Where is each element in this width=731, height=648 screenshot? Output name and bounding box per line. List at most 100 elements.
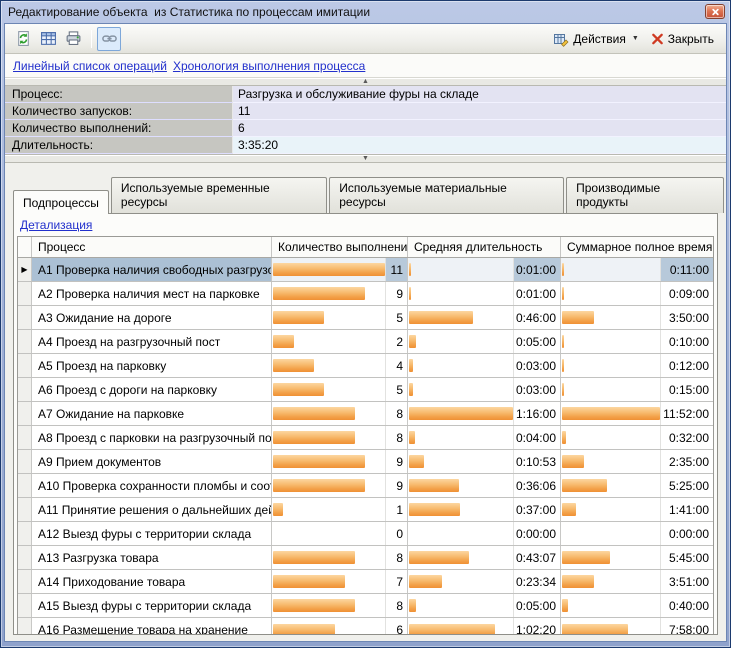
- total-time-cell[interactable]: 0:32:00: [561, 426, 713, 449]
- avg-duration-cell[interactable]: 0:46:00: [408, 306, 561, 329]
- avg-duration-cell[interactable]: 0:43:07: [408, 546, 561, 569]
- avg-duration-cell[interactable]: 0:37:00: [408, 498, 561, 521]
- avg-duration-cell[interactable]: 0:10:53: [408, 450, 561, 473]
- row-selector[interactable]: ▶: [18, 258, 32, 281]
- execution-count-cell[interactable]: 4: [272, 354, 408, 377]
- table-row[interactable]: А2 Проверка наличия мест на парковке90:0…: [18, 282, 713, 306]
- table-row[interactable]: А15 Выезд фуры с территории склада80:05:…: [18, 594, 713, 618]
- actions-button[interactable]: Действия ▼: [547, 28, 645, 50]
- total-time-cell[interactable]: 0:15:00: [561, 378, 713, 401]
- row-selector[interactable]: [18, 498, 32, 521]
- splitter-bottom[interactable]: ▼: [5, 155, 726, 163]
- total-time-cell[interactable]: 0:00:00: [561, 522, 713, 545]
- execution-count-cell[interactable]: 8: [272, 594, 408, 617]
- row-selector[interactable]: [18, 570, 32, 593]
- execution-count-cell[interactable]: 9: [272, 282, 408, 305]
- table-row[interactable]: А3 Ожидание на дороге50:46:003:50:00: [18, 306, 713, 330]
- table-view-button[interactable]: [36, 27, 60, 51]
- table-row[interactable]: А10 Проверка сохранности пломбы и соотв.…: [18, 474, 713, 498]
- execution-count-cell[interactable]: 2: [272, 330, 408, 353]
- header-total-time[interactable]: Суммарное полное время: [561, 237, 713, 257]
- row-selector[interactable]: [18, 354, 32, 377]
- splitter-top[interactable]: ▲: [5, 78, 726, 86]
- execution-count-cell[interactable]: 9: [272, 450, 408, 473]
- execution-count-cell[interactable]: 5: [272, 306, 408, 329]
- tab-material-resources[interactable]: Используемые материальные ресурсы: [329, 177, 564, 213]
- total-time-cell[interactable]: 5:25:00: [561, 474, 713, 497]
- avg-duration-cell[interactable]: 0:36:06: [408, 474, 561, 497]
- print-button[interactable]: [61, 27, 85, 51]
- total-time-cell[interactable]: 0:40:00: [561, 594, 713, 617]
- process-name-cell[interactable]: А3 Ожидание на дороге: [32, 306, 272, 329]
- process-name-cell[interactable]: А10 Проверка сохранности пломбы и соотв.…: [32, 474, 272, 497]
- tab-produced-products[interactable]: Производимые продукты: [566, 177, 724, 213]
- total-time-cell[interactable]: 7:58:00: [561, 618, 713, 635]
- row-selector[interactable]: [18, 282, 32, 305]
- execution-count-cell[interactable]: 9: [272, 474, 408, 497]
- row-selector[interactable]: [18, 378, 32, 401]
- header-process[interactable]: Процесс: [32, 237, 272, 257]
- row-selector[interactable]: [18, 618, 32, 635]
- header-avg-duration[interactable]: Средняя длительность: [408, 237, 561, 257]
- tab-time-resources[interactable]: Используемые временные ресурсы: [111, 177, 327, 213]
- execution-count-cell[interactable]: 0: [272, 522, 408, 545]
- total-time-cell[interactable]: 11:52:00: [561, 402, 713, 425]
- process-name-cell[interactable]: А6 Проезд с дороги на парковку: [32, 378, 272, 401]
- process-name-cell[interactable]: А8 Проезд с парковки на разгрузочный пос…: [32, 426, 272, 449]
- row-selector[interactable]: [18, 450, 32, 473]
- avg-duration-cell[interactable]: 0:03:00: [408, 378, 561, 401]
- process-name-cell[interactable]: А15 Выезд фуры с территории склада: [32, 594, 272, 617]
- process-name-cell[interactable]: А16 Размещение товара на хранение: [32, 618, 272, 635]
- process-name-cell[interactable]: А7 Ожидание на парковке: [32, 402, 272, 425]
- process-field[interactable]: Разгрузка и обслуживание фуры на складе: [233, 86, 726, 103]
- execution-count-cell[interactable]: 5: [272, 378, 408, 401]
- total-time-cell[interactable]: 3:50:00: [561, 306, 713, 329]
- row-selector[interactable]: [18, 426, 32, 449]
- avg-duration-cell[interactable]: 0:01:00: [408, 282, 561, 305]
- launch-count-field[interactable]: 11: [233, 103, 726, 120]
- execution-count-cell[interactable]: 6: [272, 618, 408, 635]
- close-button[interactable]: Закрыть: [645, 29, 720, 49]
- table-row[interactable]: А5 Проезд на парковку40:03:000:12:00: [18, 354, 713, 378]
- row-selector[interactable]: [18, 306, 32, 329]
- process-name-cell[interactable]: А5 Проезд на парковку: [32, 354, 272, 377]
- total-time-cell[interactable]: 3:51:00: [561, 570, 713, 593]
- avg-duration-cell[interactable]: 0:01:00: [408, 258, 561, 281]
- table-row[interactable]: А8 Проезд с парковки на разгрузочный пос…: [18, 426, 713, 450]
- tab-subprocesses[interactable]: Подпроцессы: [13, 190, 109, 214]
- total-time-cell[interactable]: 5:45:00: [561, 546, 713, 569]
- avg-duration-cell[interactable]: 1:16:00: [408, 402, 561, 425]
- total-time-cell[interactable]: 2:35:00: [561, 450, 713, 473]
- table-row[interactable]: А16 Размещение товара на хранение61:02:2…: [18, 618, 713, 635]
- duration-field[interactable]: 3:35:20: [233, 137, 726, 154]
- refresh-report-button[interactable]: [11, 27, 35, 51]
- execution-count-cell[interactable]: 7: [272, 570, 408, 593]
- table-row[interactable]: А11 Принятие решения о дальнейших дейс..…: [18, 498, 713, 522]
- total-time-cell[interactable]: 0:11:00: [561, 258, 713, 281]
- table-row[interactable]: А9 Прием документов90:10:532:35:00: [18, 450, 713, 474]
- execution-count-cell[interactable]: 1: [272, 498, 408, 521]
- table-row[interactable]: ▶А1 Проверка наличия свободных разгрузоч…: [18, 258, 713, 282]
- row-selector[interactable]: [18, 546, 32, 569]
- window-close-button[interactable]: [705, 4, 725, 19]
- link-mode-button[interactable]: [97, 27, 121, 51]
- process-name-cell[interactable]: А4 Проезд на разгрузочный пост: [32, 330, 272, 353]
- row-selector[interactable]: [18, 474, 32, 497]
- table-row[interactable]: А12 Выезд фуры с территории склада00:00:…: [18, 522, 713, 546]
- execution-count-field[interactable]: 6: [233, 120, 726, 137]
- avg-duration-cell[interactable]: 0:03:00: [408, 354, 561, 377]
- link-process-chronology[interactable]: Хронология выполнения процесса: [173, 59, 365, 73]
- avg-duration-cell[interactable]: 0:00:00: [408, 522, 561, 545]
- table-row[interactable]: А13 Разгрузка товара80:43:075:45:00: [18, 546, 713, 570]
- process-name-cell[interactable]: А1 Проверка наличия свободных разгрузоч.…: [32, 258, 272, 281]
- row-selector[interactable]: [18, 594, 32, 617]
- total-time-cell[interactable]: 1:41:00: [561, 498, 713, 521]
- table-row[interactable]: А14 Приходование товара70:23:343:51:00: [18, 570, 713, 594]
- row-selector[interactable]: [18, 522, 32, 545]
- execution-count-cell[interactable]: 8: [272, 402, 408, 425]
- avg-duration-cell[interactable]: 1:02:20: [408, 618, 561, 635]
- total-time-cell[interactable]: 0:10:00: [561, 330, 713, 353]
- table-row[interactable]: А6 Проезд с дороги на парковку50:03:000:…: [18, 378, 713, 402]
- avg-duration-cell[interactable]: 0:05:00: [408, 330, 561, 353]
- avg-duration-cell[interactable]: 0:23:34: [408, 570, 561, 593]
